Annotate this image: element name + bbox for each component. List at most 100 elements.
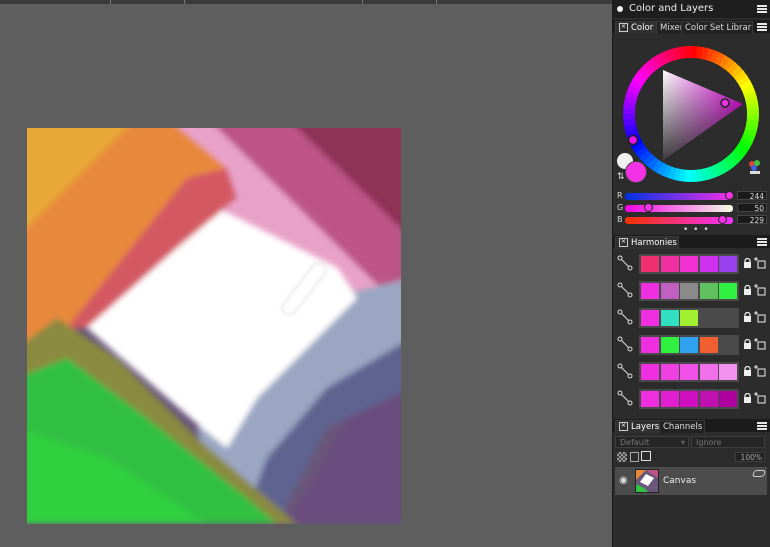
harmony-swatch[interactable] — [680, 256, 698, 272]
lock-icon[interactable] — [743, 257, 752, 268]
color-picker-icon[interactable] — [746, 158, 764, 176]
harmony-swatch[interactable] — [680, 283, 698, 299]
layer-group-icon[interactable] — [641, 451, 651, 461]
saturation-knob — [720, 98, 730, 108]
split-complementary-harmony-icon[interactable] — [617, 309, 633, 325]
ignore-dropdown[interactable]: Ignore — [691, 436, 765, 448]
lock-icon[interactable] — [743, 392, 752, 403]
menu-icon[interactable] — [757, 238, 767, 246]
tab-color-set-libraries[interactable]: Color Set Librarie — [681, 21, 753, 34]
harmony-swatch[interactable] — [680, 391, 698, 407]
more-options-dots[interactable]: • • • — [683, 225, 710, 235]
harmony-swatch[interactable] — [641, 283, 659, 299]
primary-color-swatch[interactable] — [625, 161, 647, 183]
lock-pixels-icon[interactable] — [630, 452, 639, 462]
transparency-lock-icon[interactable] — [617, 452, 627, 462]
harmony-swatch[interactable] — [641, 310, 659, 326]
toolbar-segment[interactable] — [112, 0, 185, 4]
close-icon[interactable]: × — [619, 238, 628, 247]
shades-harmony-icon[interactable] — [617, 390, 633, 406]
panel-dot-icon[interactable] — [617, 6, 623, 12]
blue-track[interactable] — [625, 217, 733, 224]
duplicate-icon[interactable] — [754, 311, 766, 323]
duplicate-icon[interactable] — [754, 284, 766, 296]
layer-item[interactable]: ◉ Canvas — [615, 467, 767, 495]
tab-channels[interactable]: Channels — [659, 420, 705, 433]
slider-red[interactable]: R 244 — [617, 191, 767, 201]
duplicate-icon[interactable] — [754, 365, 766, 377]
green-knob[interactable] — [644, 203, 653, 212]
blend-mode-dropdown[interactable]: Default ▾ — [615, 436, 689, 448]
menu-icon[interactable] — [757, 422, 767, 430]
chevron-down-icon: ▾ — [680, 438, 685, 447]
harmony-swatch[interactable] — [641, 391, 659, 407]
eye-icon[interactable]: ◉ — [619, 475, 628, 486]
green-value[interactable]: 50 — [737, 203, 767, 213]
lock-icon[interactable] — [743, 284, 752, 295]
close-icon[interactable]: × — [619, 23, 628, 32]
harmony-row-complementary[interactable] — [613, 279, 770, 303]
harmony-swatch[interactable] — [699, 337, 718, 353]
tetradic-harmony-icon[interactable] — [617, 336, 633, 352]
swap-colors-icon[interactable]: ⇅ — [617, 172, 625, 182]
tab-harmonies[interactable]: × Harmonies — [615, 236, 679, 249]
harmony-row-tetradic[interactable] — [613, 333, 770, 357]
close-icon[interactable]: × — [619, 422, 628, 431]
lock-icon[interactable] — [743, 338, 752, 349]
menu-icon[interactable] — [757, 23, 767, 31]
layer-options-icon[interactable] — [751, 470, 767, 477]
duplicate-icon[interactable] — [754, 338, 766, 350]
lock-icon[interactable] — [743, 311, 752, 322]
tints-harmony-icon[interactable] — [617, 363, 633, 379]
complementary-harmony-icon[interactable] — [617, 282, 633, 298]
tab-color[interactable]: × Color — [615, 21, 659, 34]
harmony-swatch[interactable] — [660, 364, 679, 380]
harmony-row-split-complementary[interactable] — [613, 306, 770, 330]
green-track[interactable] — [625, 205, 733, 212]
harmony-swatch[interactable] — [699, 283, 718, 299]
menu-icon[interactable] — [757, 5, 767, 13]
opacity-field[interactable]: 100% — [735, 452, 765, 462]
slider-green[interactable]: G 50 — [617, 203, 767, 213]
red-value[interactable]: 244 — [737, 191, 767, 201]
harmony-swatch[interactable] — [660, 283, 679, 299]
harmony-swatch[interactable] — [680, 364, 698, 380]
harmony-swatch[interactable] — [699, 391, 718, 407]
painting-canvas[interactable] — [27, 128, 401, 524]
harmony-row-shades[interactable] — [613, 387, 770, 411]
harmony-swatch[interactable] — [660, 310, 679, 326]
harmony-row-analogous[interactable] — [613, 252, 770, 276]
harmony-swatch[interactable] — [699, 256, 718, 272]
canvas-artwork — [27, 128, 401, 524]
duplicate-icon[interactable] — [754, 257, 766, 269]
harmony-swatch[interactable] — [719, 391, 737, 407]
harmony-swatch[interactable] — [719, 364, 737, 380]
harmony-swatch-strip — [639, 254, 739, 274]
slider-blue[interactable]: B 229 — [617, 215, 767, 225]
red-track[interactable] — [625, 193, 733, 200]
toolbar-segment[interactable] — [186, 0, 363, 4]
lock-icon[interactable] — [743, 365, 752, 376]
toolbar-segment[interactable] — [0, 0, 111, 4]
red-knob[interactable] — [725, 191, 734, 200]
harmony-swatch[interactable] — [719, 283, 737, 299]
harmony-swatch[interactable] — [680, 310, 698, 326]
harmony-swatch[interactable] — [660, 256, 679, 272]
blue-knob[interactable] — [718, 215, 727, 224]
toolbar-segment[interactable] — [364, 0, 437, 4]
duplicate-icon[interactable] — [754, 392, 766, 404]
harmony-swatch[interactable] — [680, 337, 698, 353]
harmony-swatch[interactable] — [641, 337, 659, 353]
analogous-harmony-icon[interactable] — [617, 255, 633, 271]
layer-name[interactable]: Canvas — [663, 476, 696, 486]
blue-value[interactable]: 229 — [737, 215, 767, 225]
harmony-swatch[interactable] — [641, 256, 659, 272]
panel-titlebar: Color and Layers — [613, 0, 770, 18]
harmony-swatch[interactable] — [719, 256, 737, 272]
harmony-row-tints[interactable] — [613, 360, 770, 384]
harmony-swatch[interactable] — [660, 391, 679, 407]
harmony-swatch[interactable] — [641, 364, 659, 380]
harmony-swatch[interactable] — [699, 364, 718, 380]
tab-layers[interactable]: × Layers — [615, 420, 663, 433]
harmony-swatch[interactable] — [660, 337, 679, 353]
